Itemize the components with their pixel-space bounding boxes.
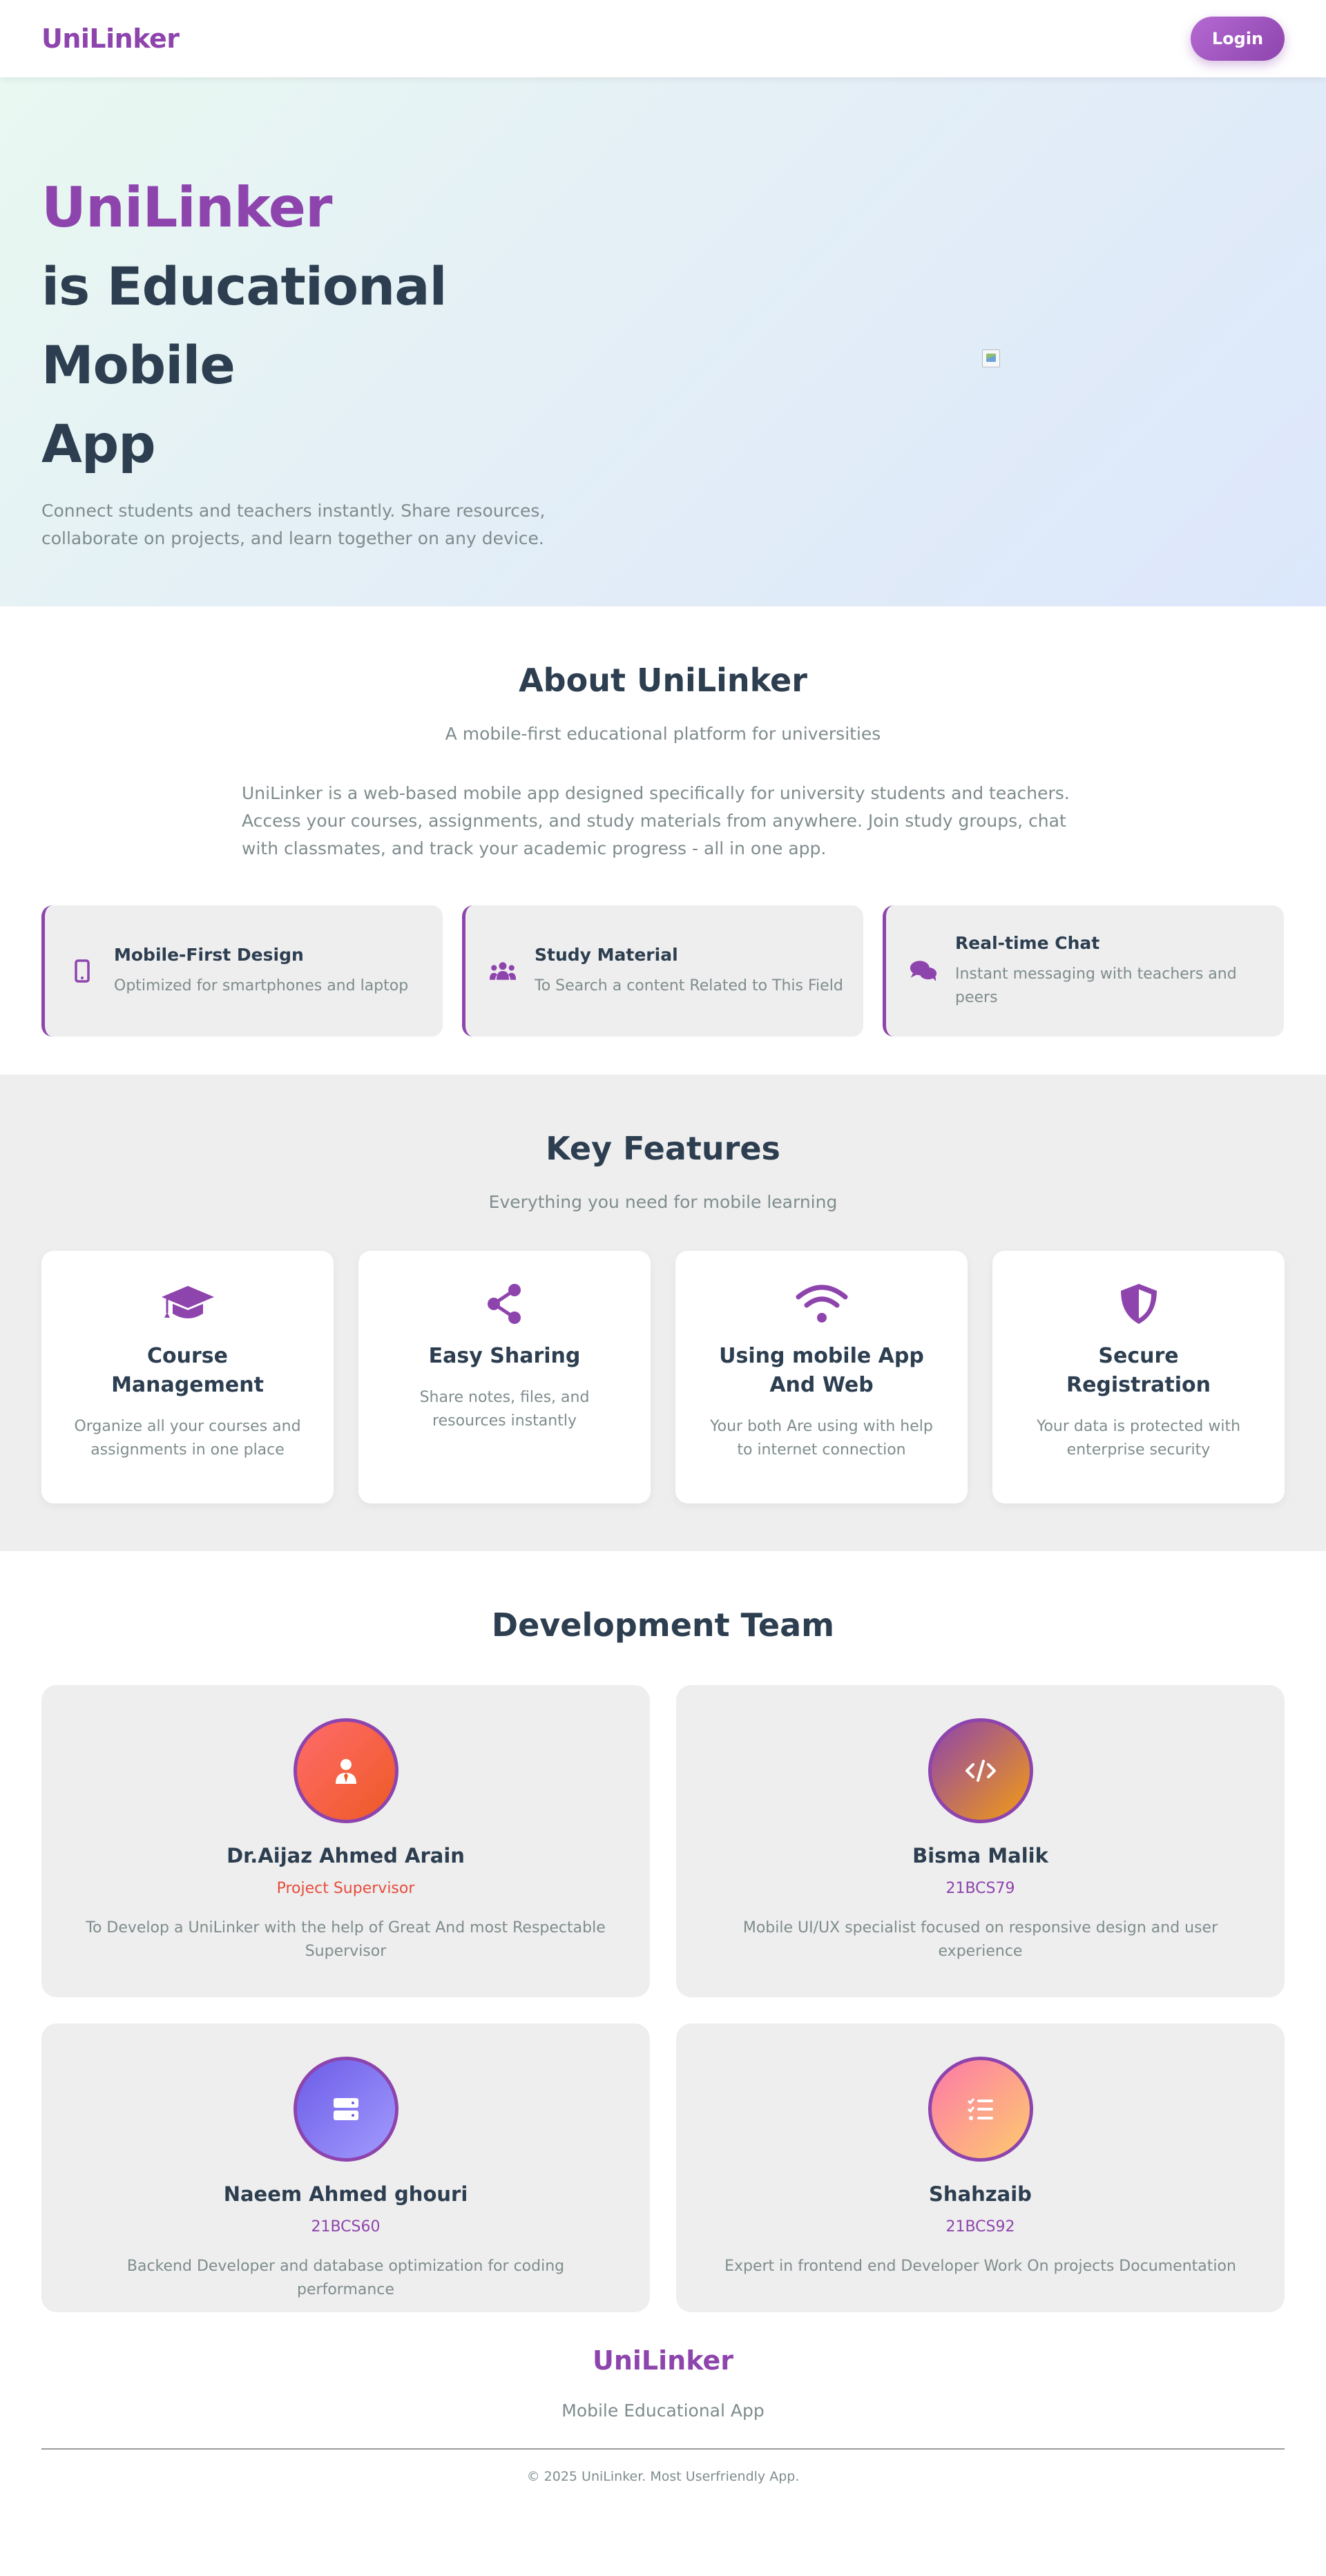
about-card-text: Instant messaging with teachers and peer… xyxy=(955,965,1237,1006)
member-name: Shahzaib xyxy=(929,2182,1032,2206)
mobile-icon xyxy=(68,957,96,985)
hero-text: UniLinker is Educational Mobile App Conn… xyxy=(41,169,649,552)
member-name: Bisma Malik xyxy=(912,1844,1048,1867)
users-icon xyxy=(489,957,517,985)
login-button[interactable]: Login xyxy=(1191,17,1285,61)
team-title: Development Team xyxy=(491,1606,835,1644)
hero-brand: UniLinker xyxy=(41,175,332,240)
footer-divider xyxy=(41,2448,1285,2450)
member-role: 21BCS92 xyxy=(945,2218,1015,2236)
footer-logo: UniLinker xyxy=(593,2345,733,2376)
team-card: Naeem Ahmed ghouri 21BCS60 Backend Devel… xyxy=(41,2024,650,2312)
hero-broken-image xyxy=(982,349,1000,367)
about-card-chat: Real-time Chat Instant messaging with te… xyxy=(883,905,1284,1037)
features-subtitle: Everything you need for mobile learning xyxy=(488,1192,838,1212)
feature-title: Secure Registration xyxy=(1066,1344,1211,1397)
member-description: To Develop a UniLinker with the help of … xyxy=(86,1919,606,1960)
feature-title: Course Management xyxy=(111,1344,264,1397)
top-navbar: UniLinker Login xyxy=(0,0,1326,77)
about-card-text: To Search a content Related to This Fiel… xyxy=(535,977,843,994)
about-card-title: Real-time Chat xyxy=(955,932,1100,953)
feature-text: Share notes, files, and resources instan… xyxy=(419,1389,590,1430)
about-card-mobile: Mobile-First Design Optimized for smartp… xyxy=(41,905,443,1037)
shield-icon xyxy=(1023,1281,1254,1327)
feature-card-mobile-web: Using mobile App And Web Your both Are u… xyxy=(675,1251,968,1503)
team-grid: Dr.Aijaz Ahmed Arain Project Supervisor … xyxy=(41,1685,1285,2312)
footer-copyright: © 2025 UniLinker. Most Userfriendly App. xyxy=(526,2469,800,2484)
avatar xyxy=(293,2057,398,2162)
about-title: About UniLinker xyxy=(519,662,807,699)
team-card: Dr.Aijaz Ahmed Arain Project Supervisor … xyxy=(41,1685,650,1997)
about-cards: Mobile-First Design Optimized for smartp… xyxy=(41,905,1285,1037)
hero-section: UniLinker is Educational Mobile App Conn… xyxy=(0,77,1326,606)
member-description: Mobile UI/UX specialist focused on respo… xyxy=(742,1919,1218,1960)
team-section: Development Team Dr.Aijaz Ahmed Arain Pr… xyxy=(0,1551,1326,2345)
avatar xyxy=(293,1718,398,1823)
member-name: Naeem Ahmed ghouri xyxy=(223,2182,468,2206)
hero-title-line2: App xyxy=(41,413,156,474)
tasks-icon xyxy=(967,2098,993,2120)
member-role: 21BCS60 xyxy=(311,2218,381,2236)
about-subtitle: A mobile-first educational platform for … xyxy=(445,724,881,744)
about-card-text: Optimized for smartphones and laptop xyxy=(114,977,409,994)
nav-logo[interactable]: UniLinker xyxy=(41,23,180,54)
team-card: Bisma Malik 21BCS79 Mobile UI/UX special… xyxy=(676,1685,1285,1997)
feature-cards: Course Management Organize all your cour… xyxy=(41,1251,1285,1503)
member-description: Backend Developer and database optimizat… xyxy=(126,2258,565,2298)
chat-icon xyxy=(910,957,937,985)
about-card-title: Study Material xyxy=(535,944,678,965)
features-section: Key Features Everything you need for mob… xyxy=(0,1075,1326,1551)
member-description: Expert in frontend end Developer Work On… xyxy=(724,2258,1236,2275)
graduation-cap-icon xyxy=(72,1281,303,1327)
avatar xyxy=(928,2057,1033,2162)
hero-title-line1: is Educational Mobile xyxy=(41,256,448,396)
feature-text: Organize all your courses and assignment… xyxy=(74,1418,301,1459)
wifi-icon xyxy=(706,1281,937,1327)
about-card-study: Study Material To Search a content Relat… xyxy=(462,905,863,1037)
user-tie-icon xyxy=(335,1759,356,1784)
feature-text: Your both Are using with help to interne… xyxy=(710,1418,933,1459)
about-section: About UniLinker A mobile-first education… xyxy=(0,606,1326,1075)
code-icon xyxy=(965,1760,996,1782)
server-icon xyxy=(333,2098,358,2120)
about-description: UniLinker is a web-based mobile app desi… xyxy=(242,783,1070,858)
feature-title: Easy Sharing xyxy=(428,1344,581,1368)
footer: UniLinker Mobile Educational App © 2025 … xyxy=(0,2345,1326,2576)
feature-text: Your data is protected with enterprise s… xyxy=(1036,1418,1241,1459)
feature-card-secure: Secure Registration Your data is protect… xyxy=(992,1251,1285,1503)
share-icon xyxy=(389,1281,620,1327)
feature-card-course: Course Management Organize all your cour… xyxy=(41,1251,334,1503)
hero-subtitle: Connect students and teachers instantly.… xyxy=(41,501,546,548)
avatar xyxy=(928,1718,1033,1823)
member-role: 21BCS79 xyxy=(945,1880,1015,1897)
footer-tagline: Mobile Educational App xyxy=(561,2401,765,2421)
feature-title: Using mobile App And Web xyxy=(719,1344,924,1397)
member-name: Dr.Aijaz Ahmed Arain xyxy=(227,1844,465,1867)
features-title: Key Features xyxy=(546,1130,780,1167)
feature-card-sharing: Easy Sharing Share notes, files, and res… xyxy=(358,1251,651,1503)
about-card-title: Mobile-First Design xyxy=(114,944,304,965)
member-role: Project Supervisor xyxy=(276,1880,415,1897)
team-card: Shahzaib 21BCS92 Expert in frontend end … xyxy=(676,2024,1285,2312)
